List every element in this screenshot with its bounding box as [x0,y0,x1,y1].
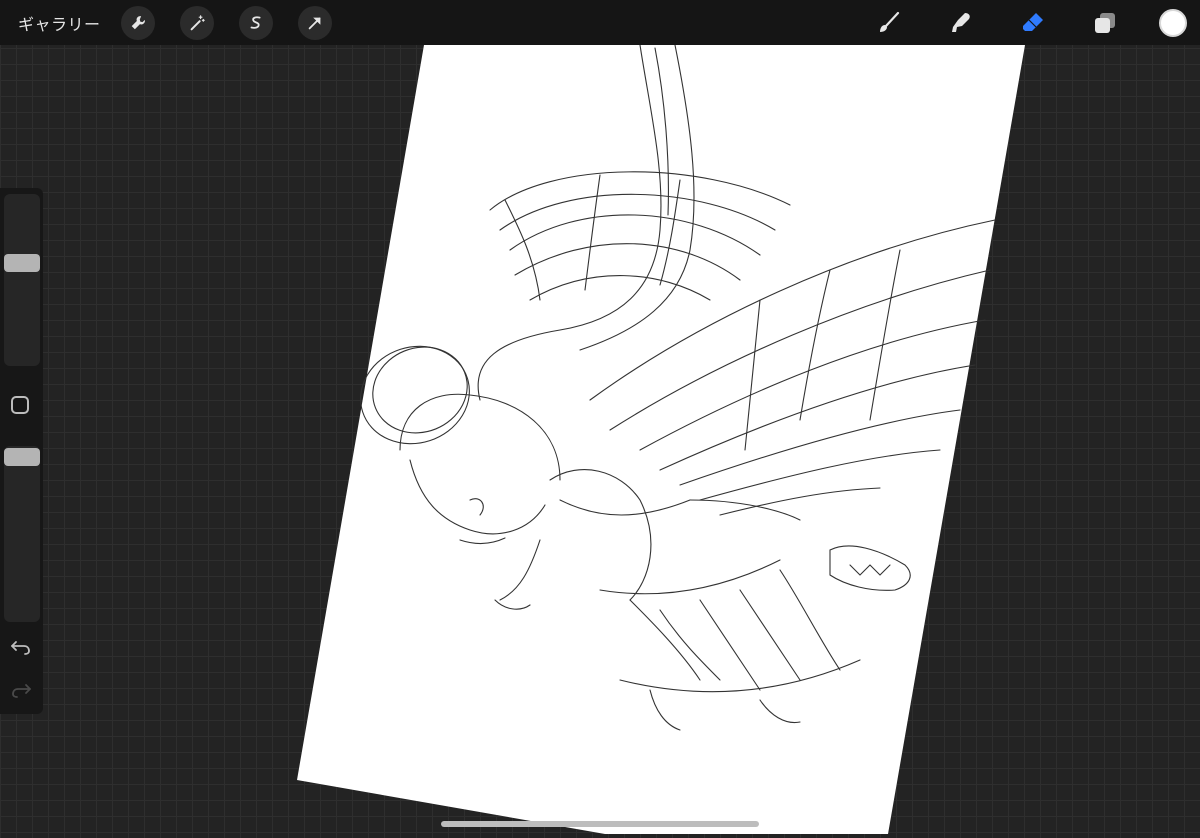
erase-button[interactable] [1015,5,1051,41]
selection-button[interactable] [238,5,273,40]
layers-button[interactable] [1087,5,1123,41]
drawing-canvas[interactable] [0,0,1200,834]
brush-size-handle[interactable] [4,254,40,273]
brush-size-slider[interactable] [4,194,40,366]
wrench-icon [131,15,145,29]
layers-icon [1095,12,1115,33]
home-indicator [441,821,759,827]
smudge-button[interactable] [943,5,979,41]
arrow-cursor-icon [308,17,320,29]
right-tool-group [835,0,1200,45]
gallery-button[interactable]: ギャラリー [18,11,101,35]
sketch-artwork [297,44,1025,834]
paint-button[interactable] [871,5,907,41]
eraser-icon [1023,12,1043,31]
redo-icon [12,684,31,698]
opacity-handle[interactable] [4,448,40,466]
actions-button[interactable] [120,5,155,40]
color-picker-button[interactable] [1159,8,1187,37]
adjustments-button[interactable] [179,5,214,40]
undo-icon [11,641,30,655]
opacity-slider[interactable] [4,446,40,622]
transform-button[interactable] [297,5,332,40]
left-sidebar [0,188,43,714]
square-icon[interactable] [11,396,29,414]
brush-icon [880,11,900,32]
redo-button[interactable] [10,681,32,699]
magic-wand-icon [190,14,205,30]
undo-button[interactable] [10,638,32,656]
selection-s-icon [250,15,261,29]
smudge-icon [952,12,970,32]
top-toolbar: ギャラリー [0,0,1200,45]
